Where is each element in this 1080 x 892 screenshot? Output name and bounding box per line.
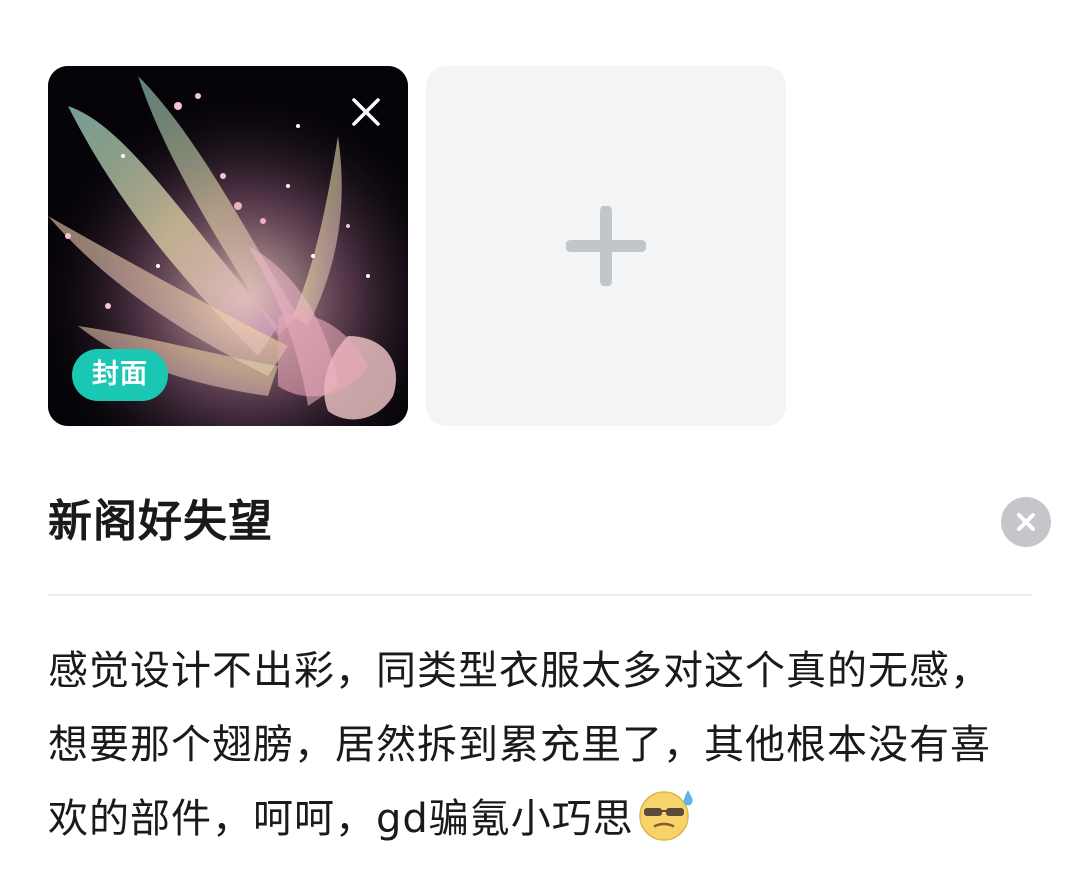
plus-icon bbox=[566, 206, 646, 286]
clear-circle-icon bbox=[1017, 513, 1035, 531]
sweat-sunglasses-emoji bbox=[639, 790, 693, 841]
remove-image-button[interactable] bbox=[346, 92, 386, 132]
post-body-text: 感觉设计不出彩，同类型衣服太多对这个真的无感，想要那个翅膀，居然拆到累充里了，其… bbox=[48, 648, 991, 842]
divider bbox=[48, 594, 1032, 596]
cover-badge: 封面 bbox=[72, 349, 168, 401]
add-image-button[interactable] bbox=[426, 66, 786, 426]
post-title[interactable]: 新阁好失望 bbox=[48, 492, 273, 552]
post-body-editor[interactable]: 感觉设计不出彩，同类型衣服太多对这个真的无感，想要那个翅膀，居然拆到累充里了，其… bbox=[48, 634, 1008, 856]
image-thumbnail[interactable]: 封面 bbox=[48, 66, 408, 426]
clear-title-button[interactable] bbox=[1001, 497, 1051, 547]
close-icon bbox=[352, 98, 380, 126]
post-editor: 封面 新阁好失望 感觉设计不出彩，同类型衣服太多对这个真的无感，想要那个翅膀，居… bbox=[0, 0, 1080, 892]
